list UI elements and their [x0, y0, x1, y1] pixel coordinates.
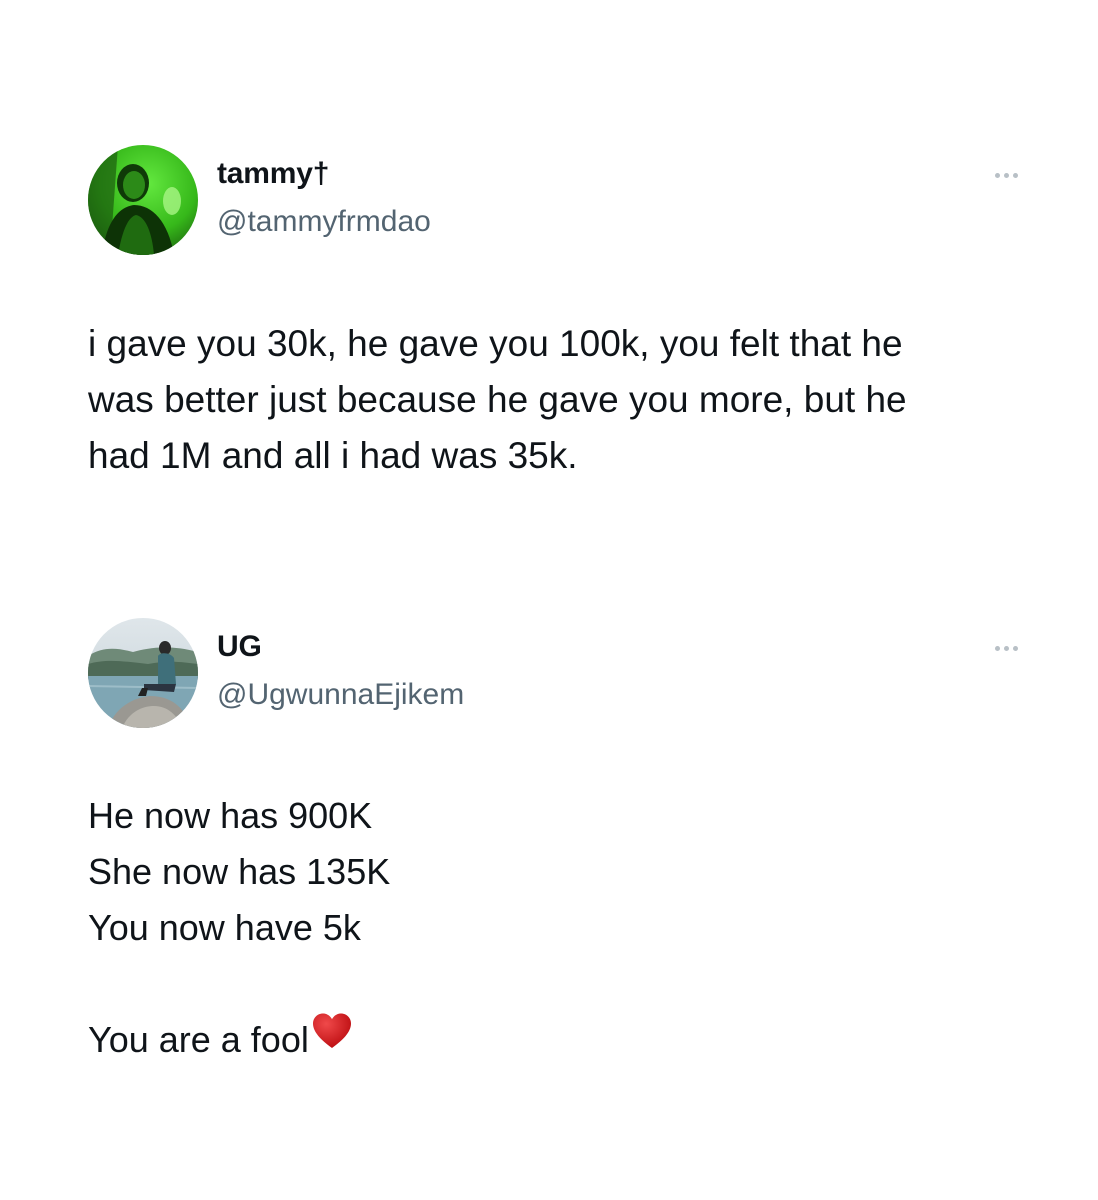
display-name[interactable]: tammy† [217, 157, 329, 191]
avatar-image [88, 145, 198, 255]
tweet-text: He now has 900K She now has 135K You now… [88, 788, 1048, 1070]
display-name[interactable]: UG [217, 630, 262, 664]
tweet-text-line: had 1M and all i had was 35k. [88, 435, 578, 476]
more-horizontal-icon [994, 645, 1018, 651]
more-options-button[interactable] [986, 165, 1026, 185]
tweet-text-line: was better just because he gave you more… [88, 379, 907, 420]
tweet-text-line: You are a fool [88, 1012, 1048, 1070]
tweet-text-line: i gave you 30k, he gave you 100k, you fe… [88, 323, 903, 364]
more-horizontal-icon [994, 172, 1018, 178]
avatar-image [88, 618, 198, 728]
red-heart-icon [311, 1010, 353, 1066]
tweet-text-line: You now have 5k [88, 907, 361, 948]
tweet-text-line: She now has 135K [88, 851, 391, 892]
tweet-text-line: He now has 900K [88, 795, 373, 836]
tweet-text-final: You are a fool [88, 1019, 309, 1060]
more-options-button[interactable] [986, 638, 1026, 658]
user-handle[interactable]: @UgwunnaEjikem [217, 678, 464, 712]
tweet-text-line-empty [88, 956, 1048, 1012]
user-handle[interactable]: @tammyfrmdao [217, 205, 431, 239]
avatar[interactable] [88, 145, 198, 255]
avatar[interactable] [88, 618, 198, 728]
tweet-text: i gave you 30k, he gave you 100k, you fe… [88, 317, 1048, 485]
